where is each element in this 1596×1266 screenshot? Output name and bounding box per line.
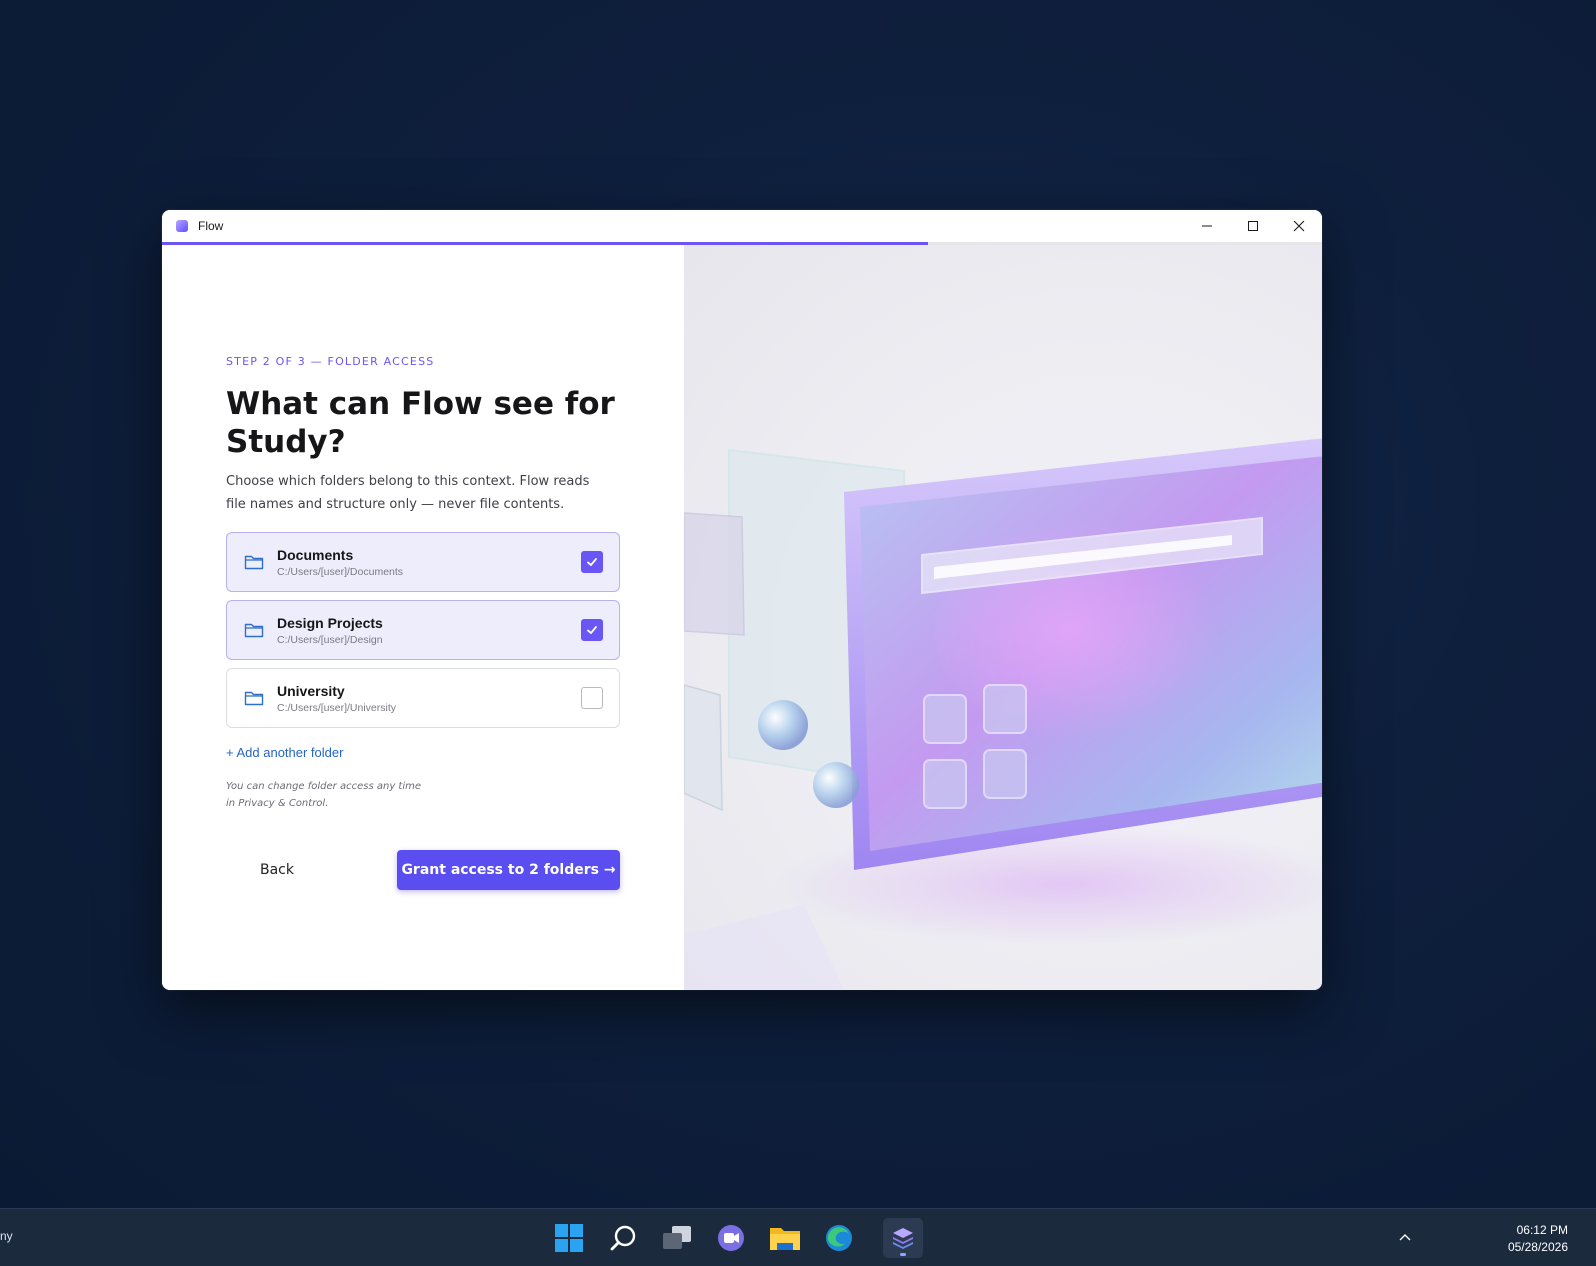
window-controls: [1184, 210, 1322, 242]
search-icon[interactable]: [603, 1218, 643, 1258]
folder-icon: [244, 555, 264, 570]
folder-checkbox[interactable]: [581, 687, 603, 709]
page-title: What can Flow see for Study?: [226, 386, 615, 460]
maximize-button[interactable]: [1230, 210, 1276, 242]
chevron-up-icon[interactable]: [1390, 1223, 1420, 1253]
step-label: STEP 2 OF 3 — FOLDER ACCESS: [226, 355, 435, 368]
folder-name: Documents: [277, 546, 354, 563]
folder-icon: [244, 691, 264, 706]
folder-path: C:/Users/[user]/Design: [277, 633, 383, 646]
maximize-icon: [1248, 221, 1258, 231]
task-view-icon[interactable]: [657, 1218, 697, 1258]
windows-start-icon[interactable]: [549, 1218, 589, 1258]
minimize-button[interactable]: [1184, 210, 1230, 242]
flow-app-taskbar-icon[interactable]: [883, 1218, 923, 1258]
folder-checkbox[interactable]: [581, 619, 603, 641]
folder-name: University: [277, 682, 345, 699]
folder-option-design-projects[interactable]: Design Projects C:/Users/[user]/Design: [226, 600, 620, 660]
folder-icon: [244, 623, 264, 638]
folder-checkbox[interactable]: [581, 551, 603, 573]
close-icon: [1293, 220, 1305, 232]
folder-path: C:/Users/[user]/Documents: [277, 565, 404, 578]
taskbar-left-text: ny: [0, 1229, 13, 1243]
checkmark-icon: [587, 626, 597, 634]
window-title: Flow: [198, 219, 224, 233]
system-clock[interactable]: 06:12 PM 05/28/2026: [1508, 1222, 1568, 1256]
back-button[interactable]: Back: [226, 850, 322, 890]
folder-name: Design Projects: [277, 614, 383, 631]
title-bar[interactable]: Flow: [162, 210, 1322, 242]
chat-icon[interactable]: [711, 1218, 751, 1258]
page-description: Choose which folders belong to this cont…: [226, 474, 590, 512]
hero-illustration: [684, 245, 1322, 990]
active-app-indicator: [900, 1253, 906, 1256]
close-button[interactable]: [1276, 210, 1322, 242]
flow-window: Flow STEP 2 OF 3 — FOLDER ACCESS What ca…: [162, 210, 1322, 990]
folder-option-university[interactable]: University C:/Users/[user]/University: [226, 668, 620, 728]
clock-time: 06:12 PM: [1516, 1223, 1568, 1237]
clock-date: 05/28/2026: [1507, 1240, 1568, 1254]
folder-path: C:/Users/[user]/University: [277, 701, 397, 714]
folder-access-note: You can change folder access any time in…: [226, 781, 422, 809]
grant-access-button[interactable]: Grant access to 2 folders →: [397, 850, 620, 890]
minimize-icon: [1202, 225, 1212, 227]
flow-app-icon: [176, 220, 188, 232]
taskbar: ny 06:12 PM 05/28/2026: [0, 1208, 1596, 1266]
add-folder-link[interactable]: + Add another folder: [226, 745, 343, 760]
edge-icon[interactable]: [819, 1218, 859, 1258]
folder-option-documents[interactable]: Documents C:/Users/[user]/Documents: [226, 532, 620, 592]
checkmark-icon: [587, 558, 597, 566]
file-explorer-icon[interactable]: [765, 1218, 805, 1258]
glass-window-illustration: [684, 438, 1322, 990]
